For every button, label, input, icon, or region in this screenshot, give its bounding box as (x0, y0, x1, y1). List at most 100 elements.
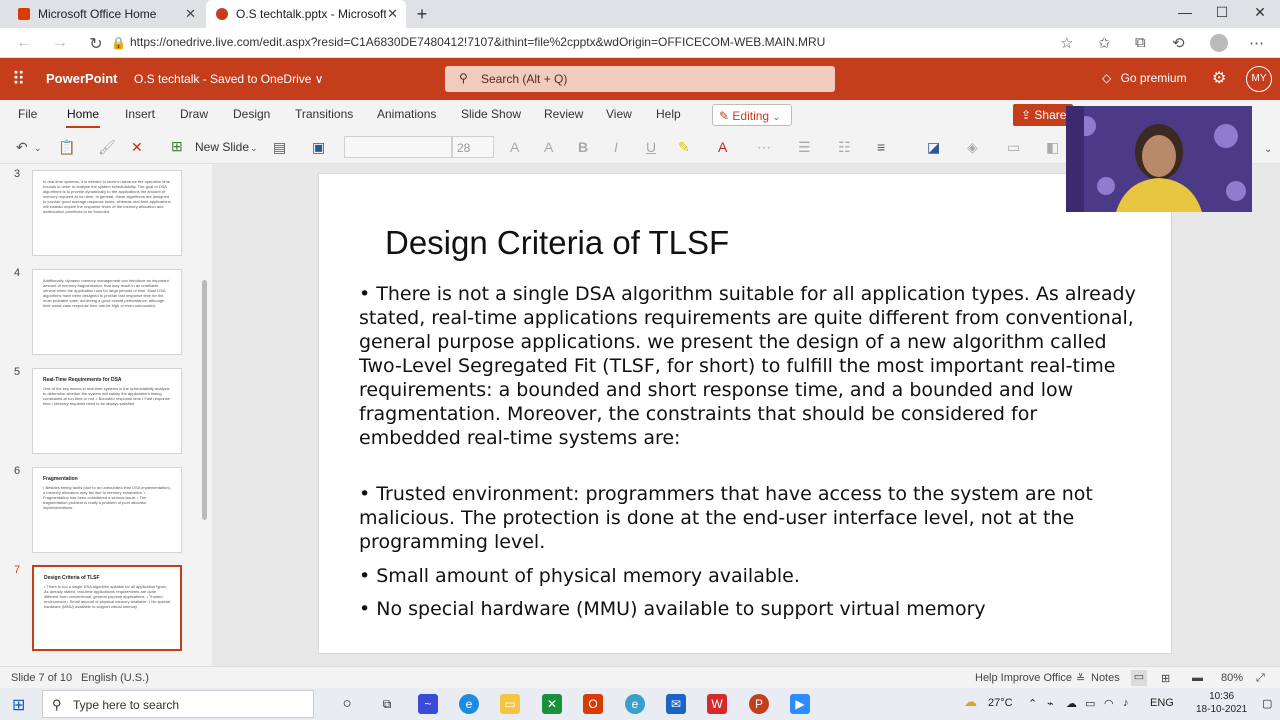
new-tab-button[interactable]: + (412, 4, 432, 24)
tab-view[interactable]: View (606, 107, 632, 121)
document-title[interactable]: O.S techtalk - Saved to OneDrive ∨ (134, 72, 324, 86)
shape-format-icon[interactable]: ◧ (1046, 139, 1059, 156)
font-color-icon[interactable]: A (718, 139, 727, 155)
zoom-level[interactable]: 80% (1221, 672, 1243, 684)
search-box[interactable]: ⚲ Search (Alt + Q) (445, 66, 835, 92)
user-avatar[interactable]: MY (1246, 66, 1272, 92)
browser-tab-powerpoint[interactable]: O.S techtalk.pptx - Microsoft Po ✕ (206, 0, 406, 28)
picture-icon[interactable]: ▣ (312, 139, 325, 156)
expand-ribbon-icon[interactable]: ⌄ (1264, 144, 1272, 155)
highlight-icon[interactable]: ✎ (678, 139, 690, 156)
more-icon[interactable]: ⋯ (1249, 34, 1264, 52)
slide-bullet[interactable]: • No special hardware (MMU) available to… (359, 597, 1139, 621)
undo-icon[interactable]: ↶ (16, 139, 28, 156)
xbox-icon[interactable]: ✕ (542, 694, 562, 714)
tab-review[interactable]: Review (544, 107, 583, 121)
wps-icon[interactable]: W (707, 694, 727, 714)
network-icon[interactable]: ⌁ (1047, 697, 1054, 710)
slide-thumbnail-5[interactable]: Real-Time Requirements for DSA One of th… (32, 368, 182, 454)
zoom-app-icon[interactable]: ▶ (790, 694, 810, 714)
office-icon[interactable]: O (583, 694, 603, 714)
shape-fill-icon[interactable]: ◈ (967, 139, 978, 156)
battery-icon[interactable]: ▭ (1085, 697, 1095, 710)
tab-transitions[interactable]: Transitions (295, 107, 353, 121)
decrease-font-icon[interactable]: A (544, 139, 553, 155)
collections-icon[interactable]: ⧉ (1135, 34, 1146, 51)
wifi-icon[interactable]: ◠ (1104, 697, 1114, 710)
more-icon[interactable]: ⋯ (757, 139, 771, 156)
tab-design[interactable]: Design (233, 107, 270, 121)
slide-title[interactable]: Design Criteria of TLSF (385, 224, 729, 262)
underline-icon[interactable]: U (646, 139, 656, 155)
history-icon[interactable]: ⟲ (1172, 34, 1185, 52)
fit-slide-icon[interactable]: ⤢ (1256, 672, 1265, 685)
shape-outline-icon[interactable]: ▭ (1007, 139, 1020, 156)
powerpoint-icon[interactable]: P (749, 694, 769, 714)
slide-bullet[interactable]: • Small amount of physical memory availa… (359, 564, 1139, 588)
minimize-button[interactable]: — (1170, 4, 1200, 20)
paste-icon[interactable]: 📋 (58, 139, 75, 156)
notifications-icon[interactable]: ▢ (1262, 697, 1272, 710)
volume-icon[interactable]: ♪ (1123, 697, 1129, 709)
app-launcher-icon[interactable]: ⠿ (12, 69, 25, 90)
thumbnail-scrollbar[interactable] (202, 280, 207, 520)
font-family-select[interactable] (344, 136, 452, 158)
onedrive-icon[interactable]: ☁ (1066, 697, 1077, 710)
share-button[interactable]: ⇪ Share (1013, 104, 1073, 126)
close-tab-icon[interactable]: ✕ (185, 6, 196, 22)
language-indicator[interactable]: ENG (1150, 697, 1174, 709)
reading-view-icon[interactable]: ▬ (1192, 672, 1203, 684)
tab-home[interactable]: Home (67, 107, 99, 121)
profile-avatar[interactable] (1210, 34, 1228, 52)
notes-icon[interactable]: ≚ (1076, 672, 1085, 685)
bullets-icon[interactable]: ☰ (798, 139, 811, 156)
font-size-select[interactable]: 28 (452, 136, 494, 158)
browser-tab-office-home[interactable]: Microsoft Office Home ✕ (8, 0, 204, 28)
lock-icon[interactable]: 🔒 (111, 36, 126, 50)
increase-font-icon[interactable]: A (510, 139, 519, 155)
notes-button[interactable]: Notes (1091, 672, 1120, 684)
app-name[interactable]: PowerPoint (46, 71, 118, 86)
cortana-icon[interactable]: ○ (337, 694, 357, 714)
favorites-icon[interactable]: ✩ (1098, 34, 1111, 52)
taskbar-search-box[interactable]: ⚲ Type here to search (42, 690, 314, 718)
tab-help[interactable]: Help (656, 107, 681, 121)
bold-icon[interactable]: B (578, 139, 588, 155)
tab-draw[interactable]: Draw (180, 107, 208, 121)
help-improve-office-link[interactable]: Help Improve Office (975, 672, 1072, 684)
weather-icon[interactable]: ☁ (964, 694, 977, 710)
slide-thumbnail-3[interactable]: In real-time systems, it is needed to kn… (32, 170, 182, 256)
italic-icon[interactable]: I (614, 139, 618, 155)
normal-view-icon[interactable]: ▭ (1131, 670, 1147, 686)
chevron-down-icon[interactable]: ⌄ (250, 143, 258, 154)
maximize-button[interactable]: ☐ (1207, 4, 1237, 21)
editing-mode-button[interactable]: ✎ Editing ⌄ (712, 104, 792, 126)
close-tab-icon[interactable]: ✕ (387, 6, 398, 22)
weather-temp[interactable]: 27°C (988, 697, 1013, 709)
add-favorite-icon[interactable]: ☆ (1060, 34, 1073, 52)
back-button[interactable]: ← (14, 34, 34, 52)
mail-icon[interactable]: ✉ (666, 694, 686, 714)
chevron-down-icon[interactable]: ⌄ (34, 143, 42, 154)
edge-dev-icon[interactable]: e (625, 694, 645, 714)
close-window-button[interactable]: ✕ (1245, 4, 1275, 21)
slide-sorter-icon[interactable]: ⊞ (1161, 672, 1170, 685)
chevron-up-icon[interactable]: ⌃ (1028, 697, 1037, 710)
tab-animations[interactable]: Animations (377, 107, 436, 121)
slide-bullet[interactable]: • Trusted environment: programmers that … (359, 482, 1139, 554)
language-indicator[interactable]: English (U.S.) (81, 672, 149, 684)
numbering-icon[interactable]: ☷ (838, 139, 851, 156)
app-icon[interactable]: ~ (418, 694, 438, 714)
file-explorer-icon[interactable]: ▭ (500, 694, 520, 714)
clock[interactable]: 10:36 18-10-2021 (1196, 690, 1247, 716)
settings-gear-icon[interactable]: ⚙ (1212, 68, 1226, 88)
tab-slide-show[interactable]: Slide Show (461, 107, 521, 121)
shapes-icon[interactable]: ◪ (927, 139, 940, 156)
layout-icon[interactable]: ▤ (273, 139, 286, 156)
slide[interactable]: Design Criteria of TLSF • There is not a… (318, 173, 1172, 654)
task-view-icon[interactable]: ⧉ (377, 694, 397, 714)
tab-insert[interactable]: Insert (125, 107, 155, 121)
new-slide-button[interactable]: New Slide (195, 140, 249, 154)
slide-thumbnail-4[interactable]: Additionally, dynamic memory management … (32, 269, 182, 355)
slide-thumbnail-6[interactable]: Fragmentation • Besides timing faults (d… (32, 467, 182, 553)
